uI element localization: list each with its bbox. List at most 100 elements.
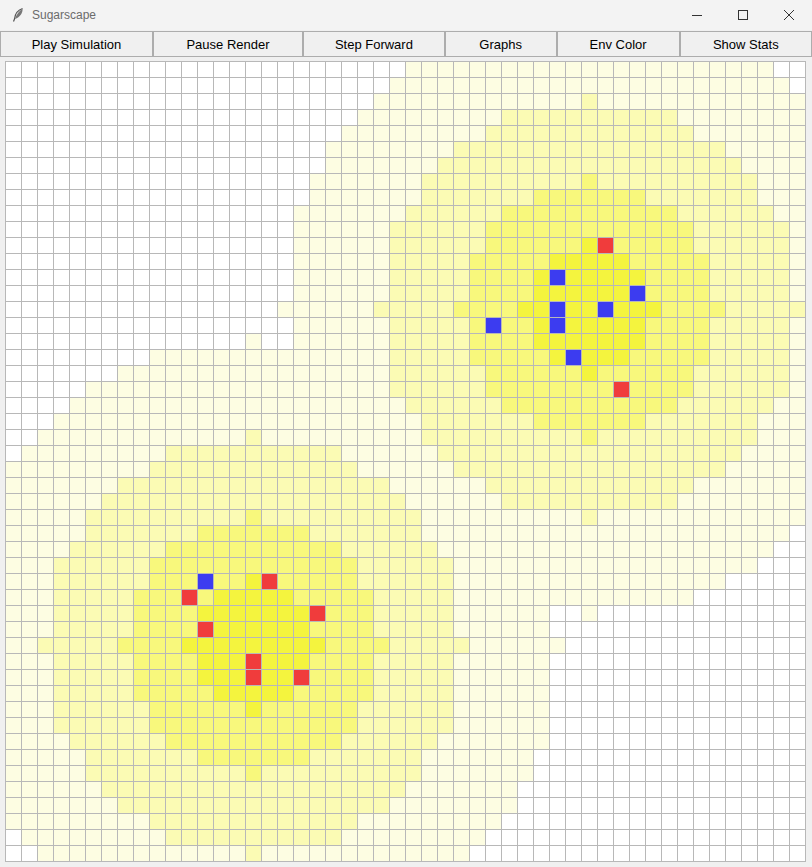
grid-cell (166, 606, 181, 621)
agent[interactable] (598, 302, 613, 317)
grid-cell (710, 398, 725, 413)
grid-cell (22, 238, 37, 253)
minimize-icon[interactable] (692, 10, 702, 20)
agent[interactable] (246, 654, 261, 669)
grid-cell (342, 414, 357, 429)
agent[interactable] (294, 670, 309, 685)
agent[interactable] (598, 238, 613, 253)
grid-cell (182, 638, 197, 653)
grid-cell (486, 62, 501, 77)
grid-cell (86, 558, 101, 573)
grid-cell (374, 638, 389, 653)
grid-cell (582, 286, 597, 301)
toolbar-button[interactable]: Play Simulation (0, 31, 153, 57)
grid-cell (438, 110, 453, 125)
agent[interactable] (550, 318, 565, 333)
grid-cell (758, 398, 773, 413)
close-button[interactable] (766, 0, 812, 30)
agent[interactable] (262, 574, 277, 589)
grid-cell (262, 222, 277, 237)
agent[interactable] (310, 606, 325, 621)
grid-cell (518, 670, 533, 685)
grid-cell (118, 94, 133, 109)
agent[interactable] (198, 574, 213, 589)
grid-cell (710, 110, 725, 125)
agent[interactable] (550, 302, 565, 317)
grid-cell (598, 510, 613, 525)
maximize-icon[interactable] (738, 10, 748, 20)
agent[interactable] (550, 270, 565, 285)
grid-cell (710, 318, 725, 333)
toolbar-button[interactable]: Env Color (557, 31, 680, 57)
grid-cell (790, 526, 805, 541)
grid-cell (374, 270, 389, 285)
agent[interactable] (486, 318, 501, 333)
grid-cell (326, 206, 341, 221)
grid-cell (390, 222, 405, 237)
grid-cell (406, 478, 421, 493)
grid-cell (422, 110, 437, 125)
grid-cell (22, 510, 37, 525)
grid-cell (790, 254, 805, 269)
grid-cell (166, 574, 181, 589)
grid-row (6, 494, 805, 509)
grid-cell (310, 462, 325, 477)
grid-cell (598, 254, 613, 269)
agent[interactable] (182, 590, 197, 605)
grid-cell (454, 446, 469, 461)
grid-cell (662, 462, 677, 477)
agent[interactable] (614, 382, 629, 397)
grid-cell (774, 574, 789, 589)
grid-cell (278, 430, 293, 445)
grid-cell (454, 510, 469, 525)
grid-cell (118, 430, 133, 445)
grid-cell (726, 206, 741, 221)
grid-cell (150, 254, 165, 269)
agent[interactable] (246, 670, 261, 685)
grid-cell (598, 446, 613, 461)
grid-cell (742, 286, 757, 301)
grid-cell (262, 286, 277, 301)
grid-cell (438, 398, 453, 413)
grid-cell (134, 542, 149, 557)
grid-cell (166, 542, 181, 557)
grid-cell (150, 590, 165, 605)
agent[interactable] (630, 286, 645, 301)
grid-cell (358, 126, 373, 141)
maximize-button[interactable] (720, 0, 766, 30)
toolbar-button[interactable]: Graphs (445, 31, 557, 57)
grid-cell (406, 510, 421, 525)
grid-cell (294, 606, 309, 621)
toolbar-button[interactable]: Pause Render (153, 31, 303, 57)
grid-cell (54, 238, 69, 253)
close-icon[interactable] (784, 10, 794, 20)
grid-cell (342, 126, 357, 141)
grid-row (6, 142, 805, 157)
grid-cell (6, 494, 21, 509)
toolbar-button[interactable]: Step Forward (303, 31, 445, 57)
toolbar-button[interactable]: Show Stats (680, 31, 812, 57)
grid-row (6, 414, 805, 429)
grid-cell (102, 430, 117, 445)
grid-cell (598, 526, 613, 541)
grid-cell (38, 558, 53, 573)
grid-cell (22, 670, 37, 685)
grid-cell (550, 190, 565, 205)
agent[interactable] (198, 622, 213, 637)
grid-cell (230, 110, 245, 125)
grid-cell (582, 190, 597, 205)
grid-cell (566, 558, 581, 573)
grid-cell (38, 510, 53, 525)
grid-cell (230, 670, 245, 685)
grid-cell (550, 430, 565, 445)
grid-cell (22, 558, 37, 573)
grid-cell (422, 558, 437, 573)
grid-cell (390, 286, 405, 301)
grid-cell (326, 142, 341, 157)
grid-cell (582, 62, 597, 77)
grid-cell (278, 302, 293, 317)
grid-cell (694, 414, 709, 429)
agent[interactable] (566, 350, 581, 365)
minimize-button[interactable] (674, 0, 720, 30)
grid-cell (166, 494, 181, 509)
